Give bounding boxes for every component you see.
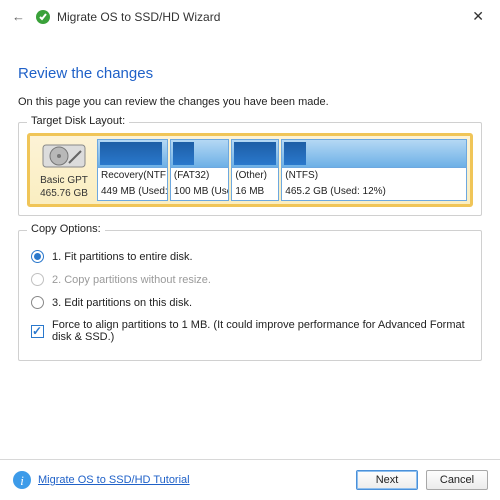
partition-fs-label: (FAT32)	[171, 168, 228, 184]
footer-bar: i Migrate OS to SSD/HD Tutorial Next Can…	[0, 459, 500, 500]
copy-options-group: Copy Options: 1. Fit partitions to entir…	[18, 230, 482, 361]
next-button[interactable]: Next	[356, 470, 418, 490]
partition-size-label: 16 MB	[232, 184, 278, 200]
radio-icon	[31, 250, 44, 263]
partition-fs-label: Recovery(NTF	[98, 168, 167, 184]
partition-size-label: 100 MB (Used:	[171, 184, 228, 200]
radio-label: 3. Edit partitions on this disk.	[52, 297, 192, 309]
align-partitions-checkbox[interactable]: Force to align partitions to 1 MB. (It c…	[29, 314, 471, 348]
partition-cell[interactable]: (NTFS) 465.2 GB (Used: 12%)	[281, 139, 467, 201]
page-heading: Review the changes	[18, 65, 482, 82]
disk-name: Basic GPT	[40, 175, 88, 188]
svg-text:i: i	[20, 473, 24, 488]
tutorial-link[interactable]: Migrate OS to SSD/HD Tutorial	[38, 474, 190, 486]
radio-label: 1. Fit partitions to entire disk.	[52, 251, 193, 263]
partition-cell[interactable]: (Other) 16 MB	[231, 139, 279, 201]
partition-size-label: 449 MB (Used:	[98, 184, 167, 200]
intro-text: On this page you can review the changes …	[18, 96, 482, 108]
back-arrow-icon[interactable]: ←	[8, 7, 29, 26]
hard-drive-icon	[39, 139, 89, 173]
copy-option-radio[interactable]: 3. Edit partitions on this disk.	[29, 291, 471, 314]
partition-cell[interactable]: Recovery(NTF 449 MB (Used:	[97, 139, 168, 201]
checkbox-label: Force to align partitions to 1 MB. (It c…	[52, 319, 469, 343]
cancel-button[interactable]: Cancel	[426, 470, 488, 490]
layout-legend: Target Disk Layout:	[27, 115, 129, 127]
partition-cell[interactable]: (FAT32) 100 MB (Used:	[170, 139, 229, 201]
disk-size: 465.76 GB	[40, 188, 88, 201]
partition-usage-bar	[171, 140, 228, 168]
help-icon[interactable]: i	[12, 470, 32, 490]
copy-option-radio[interactable]: 1. Fit partitions to entire disk.	[29, 245, 471, 268]
partition-usage-bar	[98, 140, 167, 168]
disk-layout-strip[interactable]: Basic GPT 465.76 GB Recovery(NTF 449 MB …	[27, 133, 473, 207]
copy-option-radio: 2. Copy partitions without resize.	[29, 268, 471, 291]
partition-usage-bar	[232, 140, 278, 168]
radio-icon	[31, 273, 44, 286]
radio-icon	[31, 296, 44, 309]
partition-fs-label: (Other)	[232, 168, 278, 184]
titlebar: ← Migrate OS to SSD/HD Wizard ✕	[0, 0, 500, 31]
radio-label: 2. Copy partitions without resize.	[52, 274, 211, 286]
window-title: Migrate OS to SSD/HD Wizard	[57, 10, 220, 24]
target-disk-layout-group: Target Disk Layout: Basic GPT 465.76 GB …	[18, 122, 482, 216]
wizard-icon	[35, 9, 51, 25]
partition-usage-bar	[282, 140, 466, 168]
options-legend: Copy Options:	[27, 223, 105, 235]
close-icon[interactable]: ✕	[464, 6, 492, 27]
disk-drive-cell[interactable]: Basic GPT 465.76 GB	[33, 139, 95, 201]
partition-fs-label: (NTFS)	[282, 168, 466, 184]
checkbox-icon	[31, 325, 44, 338]
partition-size-label: 465.2 GB (Used: 12%)	[282, 184, 466, 200]
